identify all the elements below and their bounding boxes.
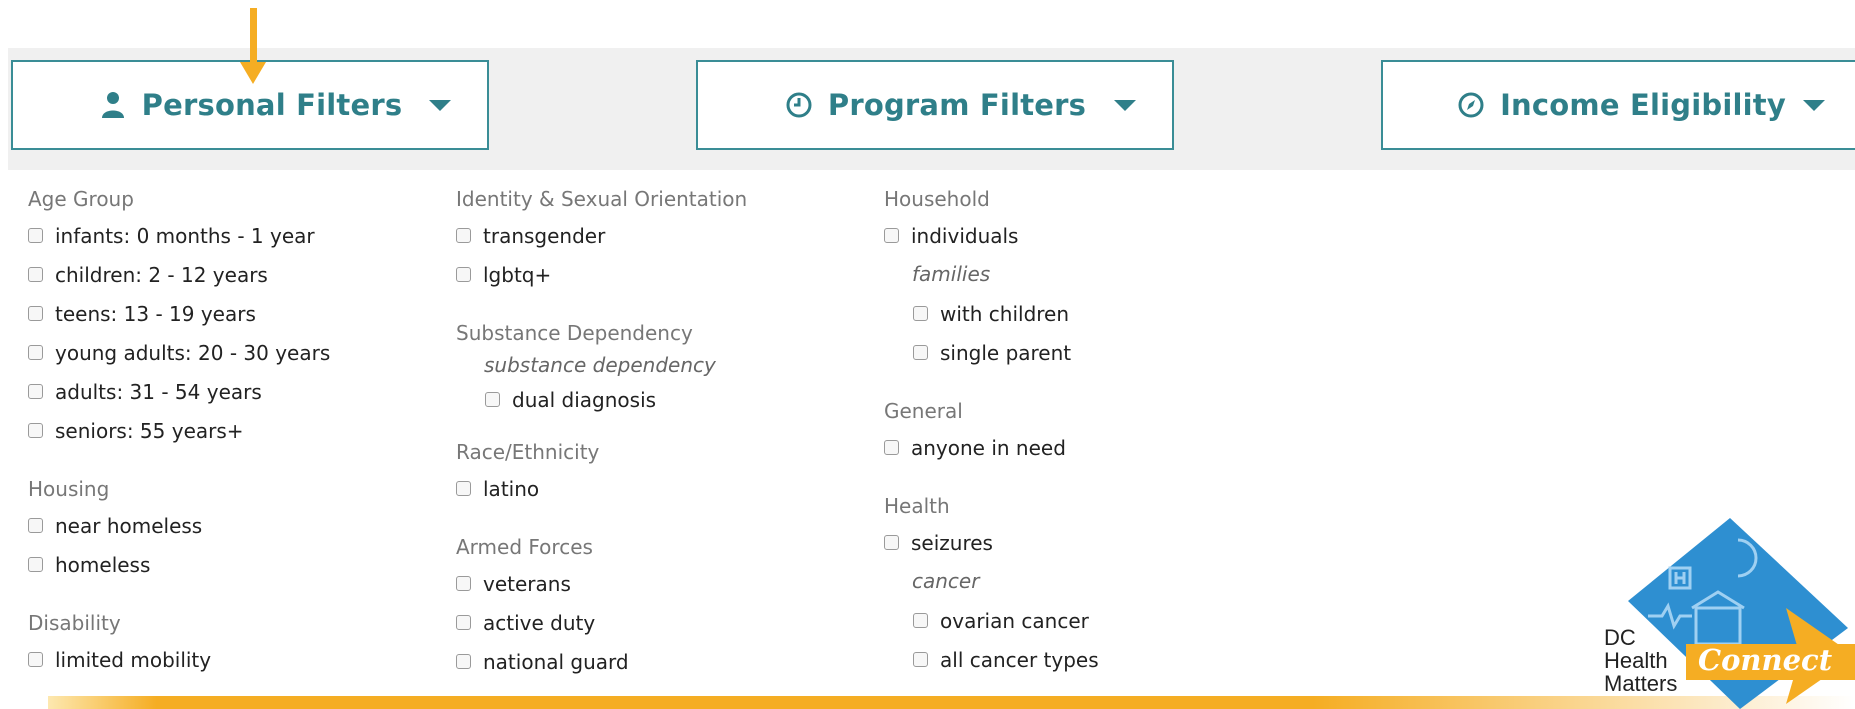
checkbox[interactable] — [28, 384, 43, 399]
annotation-arrow-shaft — [250, 8, 257, 66]
subheading-families: families — [912, 262, 991, 286]
subheading-substance-dependency: substance dependency — [484, 353, 716, 377]
checkbox[interactable] — [884, 535, 899, 550]
filter-column-3: Household individuals families with chil… — [884, 182, 1304, 679]
group-heading-general: General — [884, 399, 963, 423]
checkbox[interactable] — [28, 228, 43, 243]
option-individuals[interactable]: individuals — [884, 216, 1304, 255]
checkbox[interactable] — [28, 652, 43, 667]
filter-column-1: Age Group infants: 0 months - 1 year chi… — [28, 182, 428, 679]
option-dual-diagnosis[interactable]: dual diagnosis — [485, 380, 876, 419]
option-lgbtq[interactable]: lgbtq+ — [456, 255, 876, 294]
option-homeless[interactable]: homeless — [28, 545, 428, 584]
tab-income-eligibility[interactable]: Income Eligibility — [1381, 60, 1855, 150]
checkbox[interactable] — [913, 345, 928, 360]
checkbox[interactable] — [884, 440, 899, 455]
option-seizures[interactable]: seizures — [884, 523, 1304, 562]
option-near-homeless[interactable]: near homeless — [28, 506, 428, 545]
group-heading-armed-forces: Armed Forces — [456, 535, 593, 559]
bottom-accent-bar — [48, 696, 1855, 709]
option-ovarian-cancer[interactable]: ovarian cancer — [913, 601, 1304, 640]
checkbox[interactable] — [913, 306, 928, 321]
logo-connect-text: Connect — [1698, 643, 1833, 677]
checkbox[interactable] — [913, 652, 928, 667]
group-heading-health: Health — [884, 494, 950, 518]
option-children[interactable]: children: 2 - 12 years — [28, 255, 428, 294]
tab-label: Personal Filters — [141, 88, 403, 122]
checkbox[interactable] — [456, 481, 471, 496]
logo-text: DC Health Matters — [1604, 625, 1678, 696]
checkbox[interactable] — [456, 228, 471, 243]
checkbox[interactable] — [456, 615, 471, 630]
option-seniors[interactable]: seniors: 55 years+ — [28, 411, 428, 450]
chevron-down-icon[interactable] — [1803, 100, 1825, 111]
option-all-cancer-types[interactable]: all cancer types — [913, 640, 1304, 679]
checkbox[interactable] — [456, 267, 471, 282]
checkbox[interactable] — [28, 423, 43, 438]
checkbox[interactable] — [456, 654, 471, 669]
option-with-children[interactable]: with children — [913, 294, 1304, 333]
tab-label: Program Filters — [827, 88, 1087, 122]
checkbox[interactable] — [884, 228, 899, 243]
group-heading-housing: Housing — [28, 477, 110, 501]
option-transgender[interactable]: transgender — [456, 216, 876, 255]
option-anyone-in-need[interactable]: anyone in need — [884, 428, 1304, 467]
option-limited-mobility[interactable]: limited mobility — [28, 640, 428, 679]
page: Personal Filters Program Filters Income … — [0, 0, 1855, 709]
subheading-cancer: cancer — [912, 569, 980, 593]
person-icon — [101, 92, 124, 118]
checkbox[interactable] — [28, 306, 43, 321]
chevron-down-icon[interactable] — [429, 100, 451, 111]
group-heading-household: Household — [884, 187, 990, 211]
compass-icon — [1458, 92, 1484, 118]
checkbox[interactable] — [913, 613, 928, 628]
option-national-guard[interactable]: national guard — [456, 642, 876, 681]
group-heading-disability: Disability — [28, 611, 121, 635]
clock-icon — [786, 92, 812, 118]
option-young-adults[interactable]: young adults: 20 - 30 years — [28, 333, 428, 372]
checkbox[interactable] — [28, 518, 43, 533]
option-single-parent[interactable]: single parent — [913, 333, 1304, 372]
option-adults[interactable]: adults: 31 - 54 years — [28, 372, 428, 411]
group-heading-age: Age Group — [28, 187, 134, 211]
checkbox[interactable] — [28, 557, 43, 572]
group-heading-substance: Substance Dependency — [456, 321, 693, 345]
checkbox[interactable] — [28, 267, 43, 282]
option-infants[interactable]: infants: 0 months - 1 year — [28, 216, 428, 255]
group-heading-race: Race/Ethnicity — [456, 440, 600, 464]
tab-label: Income Eligibility — [1500, 88, 1786, 122]
option-active-duty[interactable]: active duty — [456, 603, 876, 642]
filter-column-2: Identity & Sexual Orientation transgende… — [456, 182, 876, 681]
checkbox[interactable] — [28, 345, 43, 360]
option-latino[interactable]: latino — [456, 469, 876, 508]
option-veterans[interactable]: veterans — [456, 564, 876, 603]
chevron-down-icon[interactable] — [1114, 100, 1136, 111]
group-heading-identity: Identity & Sexual Orientation — [456, 187, 748, 211]
option-teens[interactable]: teens: 13 - 19 years — [28, 294, 428, 333]
tab-program-filters[interactable]: Program Filters — [696, 60, 1174, 150]
checkbox[interactable] — [485, 392, 500, 407]
annotation-arrow-icon — [240, 62, 266, 84]
checkbox[interactable] — [456, 576, 471, 591]
